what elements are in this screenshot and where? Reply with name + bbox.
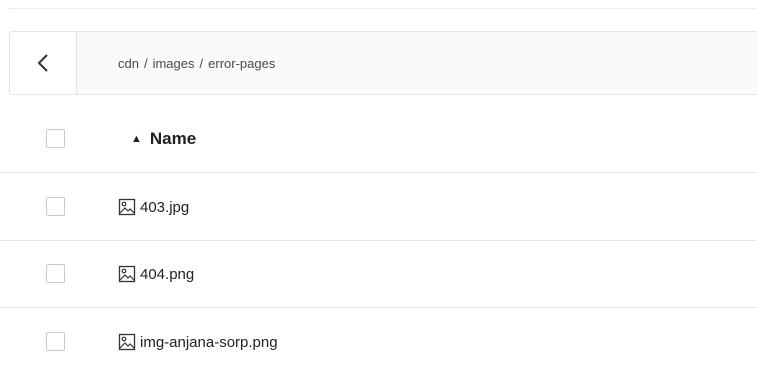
breadcrumb-separator: / [143,55,148,71]
file-browser: cdn / images / error-pages ▲ Name 403.jp… [0,0,757,365]
file-name-cell[interactable]: 404.png [118,240,194,308]
chevron-left-icon [37,54,48,72]
sort-ascending-icon: ▲ [131,133,142,145]
image-file-icon [118,198,136,216]
breadcrumb: cdn / images / error-pages [118,32,275,94]
table-row[interactable]: 403.jpg [0,173,757,241]
image-file-icon [118,333,136,351]
table-row[interactable]: img-anjana-sorp.png [0,308,757,365]
name-column-label: Name [149,129,197,148]
file-name: 404.png [140,265,195,283]
breadcrumb-item-cdn[interactable]: cdn [118,56,139,71]
row-checkbox[interactable] [46,332,65,351]
table-row[interactable]: 404.png [0,240,757,308]
breadcrumb-bar: cdn / images / error-pages [9,31,757,95]
back-button[interactable] [10,32,77,94]
file-name-cell[interactable]: img-anjana-sorp.png [118,308,278,365]
file-name: 403.jpg [140,198,190,216]
select-all-checkbox[interactable] [46,128,65,148]
file-name: img-anjana-sorp.png [140,333,278,351]
row-checkbox[interactable] [46,263,65,283]
breadcrumb-separator: / [199,55,204,71]
file-name-cell[interactable]: 403.jpg [118,173,189,241]
table-header-row: ▲ Name [0,105,757,173]
top-divider [9,8,757,9]
row-checkbox[interactable] [46,196,65,216]
image-file-icon [118,265,136,283]
breadcrumb-item-images[interactable]: images [153,56,195,71]
breadcrumb-item-error-pages: error-pages [208,55,276,71]
name-column-header[interactable]: ▲ Name [131,105,196,173]
